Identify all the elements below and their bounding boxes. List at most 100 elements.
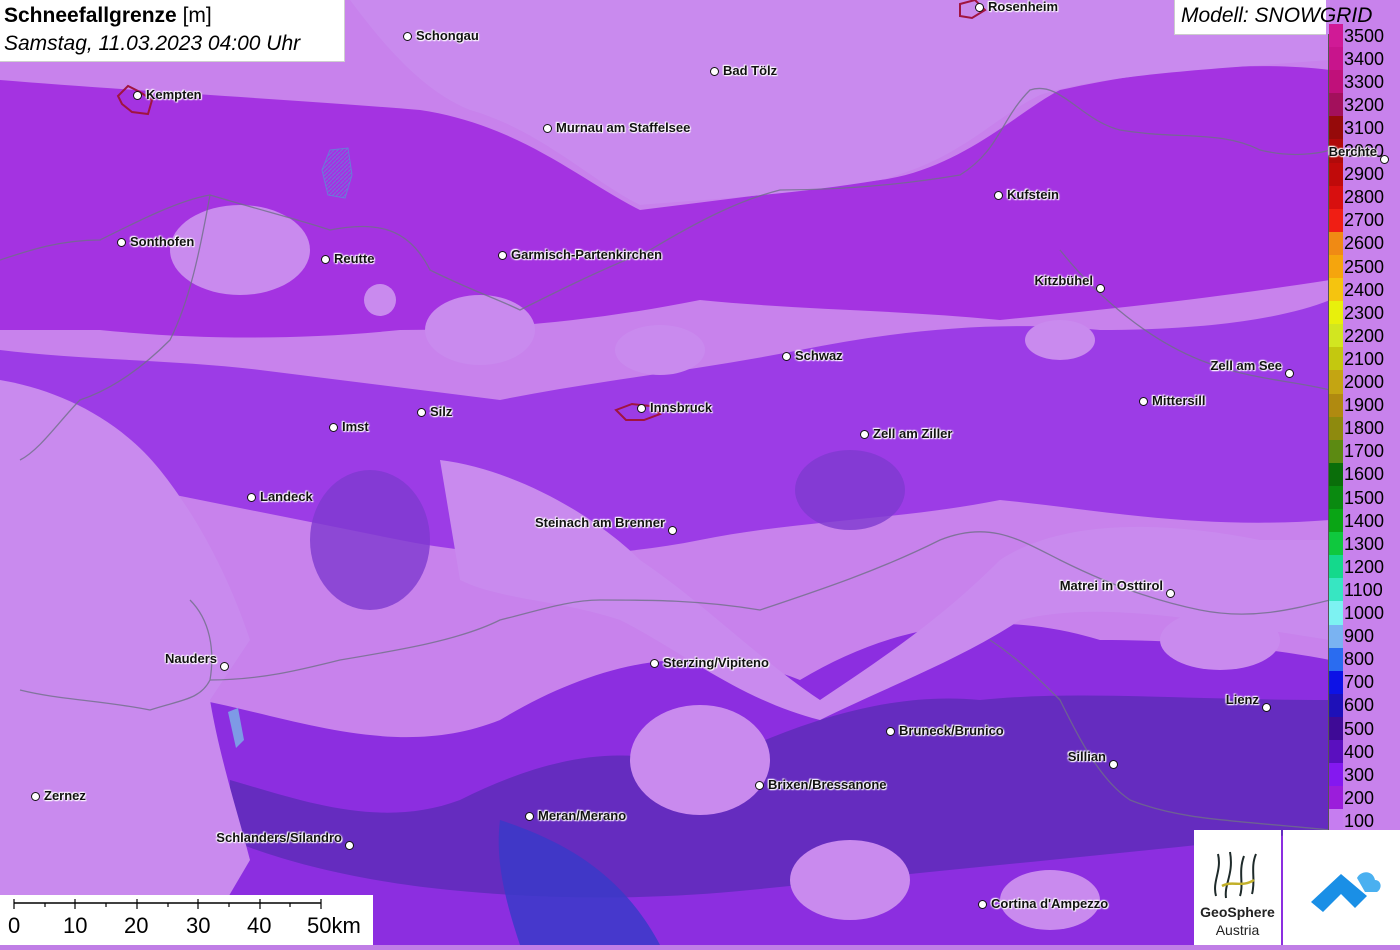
geosphere-logo: GeoSphere Austria (1194, 830, 1281, 945)
city-label: Brixen/Bressanone (768, 777, 887, 792)
legend-swatch (1329, 323, 1343, 348)
legend-swatch (1329, 185, 1343, 209)
legend-label: 3200 (1344, 94, 1385, 115)
legend-label: 1200 (1344, 556, 1385, 577)
legend-label: 2300 (1344, 302, 1385, 323)
legend-label: 900 (1344, 626, 1375, 647)
legend-swatch (1329, 462, 1343, 486)
legend-label: 3100 (1344, 117, 1385, 138)
legend-swatch (1329, 808, 1343, 833)
city-label: Schongau (416, 28, 479, 43)
city-marker (543, 124, 552, 133)
scale-label-30: 30 (186, 913, 211, 938)
city-marker (994, 191, 1003, 200)
city-marker (31, 792, 40, 801)
city-marker (329, 423, 338, 432)
city-label: Innsbruck (650, 400, 713, 415)
city-marker (975, 3, 984, 12)
city-marker (498, 251, 507, 260)
legend-swatch (1329, 208, 1343, 232)
city-label: Schlanders/Silandro (216, 830, 342, 845)
city-label: Murnau am Staffelsee (556, 120, 691, 135)
city-label: Lienz (1225, 692, 1259, 707)
legend-swatch (1329, 300, 1343, 325)
city-marker (710, 67, 719, 76)
legend-label: 3400 (1344, 48, 1385, 69)
city-label: Sterzing/Vipiteno (663, 655, 769, 670)
city-label: Reutte (334, 251, 375, 266)
title-parameter: Schneefallgrenze (4, 4, 177, 27)
legend-swatch (1329, 115, 1343, 140)
city-marker (1285, 369, 1294, 378)
legend-label: 2800 (1344, 187, 1385, 208)
model-label: Modell: SNOWGRID (1174, 0, 1372, 35)
legend-label: 2000 (1344, 372, 1385, 392)
city-label: Bruneck/Brunico (899, 723, 1004, 738)
legend-label: 1600 (1344, 464, 1385, 485)
legend-swatch (1329, 485, 1343, 510)
legend-label: 400 (1344, 741, 1375, 762)
city-label: Sillian (1067, 749, 1106, 764)
snowfall-limit-map (0, 0, 1400, 945)
city-label: Garmisch-Partenkirchen (511, 247, 663, 262)
scale-label-20: 20 (124, 913, 149, 938)
legend-label: 1500 (1344, 487, 1385, 508)
legend-label: 1900 (1344, 395, 1385, 416)
legend-swatch (1329, 647, 1343, 671)
legend-swatch (1329, 23, 1343, 48)
legend-swatch (1329, 46, 1343, 71)
city-label: Imst (342, 419, 369, 434)
legend-label: 1400 (1344, 510, 1385, 531)
city-marker (345, 841, 354, 850)
city-label: Mittersill (1152, 393, 1206, 408)
cloud-arrow-icon (1311, 872, 1381, 912)
legend-swatch (1329, 577, 1343, 602)
city-label: Kempten (146, 87, 202, 102)
legend-swatch (1329, 277, 1343, 302)
legend-label: 2900 (1344, 164, 1385, 185)
city-label: Zernez (44, 788, 86, 803)
city-marker (403, 32, 412, 41)
legend-swatch (1329, 92, 1343, 117)
legend-label: 500 (1344, 718, 1375, 739)
city-label: Steinach am Brenner (534, 515, 665, 530)
legend-label: 300 (1344, 764, 1375, 785)
city-marker (782, 352, 791, 361)
city-label: Meran/Merano (538, 808, 627, 823)
legend-label: 2100 (1344, 348, 1385, 369)
legend-label: 3300 (1344, 71, 1385, 92)
city-label: Landeck (260, 489, 313, 504)
city-marker (1380, 155, 1389, 164)
legend-swatch (1329, 416, 1343, 440)
legend-swatch (1329, 739, 1343, 764)
scale-label-40: 40 (247, 913, 272, 938)
legend-swatch (1329, 508, 1343, 533)
scale-label-10: 10 (63, 913, 88, 938)
legend-swatch (1329, 785, 1343, 810)
city-label: Zell am See (1210, 358, 1282, 373)
legend-swatch (1329, 554, 1343, 579)
city-marker (247, 493, 256, 502)
scale-bar: 0 10 20 30 40 50km (0, 895, 373, 945)
legend-swatch (1329, 346, 1343, 371)
scale-label-50km: 50km (307, 913, 361, 938)
map-title: Schneefallgrenze [m] (4, 4, 212, 28)
legend-label: 1700 (1344, 441, 1385, 462)
legend-label: 2600 (1344, 233, 1385, 254)
legend-swatch (1329, 693, 1343, 717)
city-marker (321, 255, 330, 264)
legend-label: 2200 (1344, 325, 1385, 346)
scale-label-0: 0 (8, 913, 21, 938)
geosphere-country: Austria (1215, 922, 1260, 938)
legend-swatch (1329, 231, 1343, 255)
city-label: Bad Tölz (723, 63, 778, 78)
city-label: Kufstein (1007, 187, 1059, 202)
legend-swatch (1329, 716, 1343, 741)
map-title-panel: Schneefallgrenze [m] Samstag, 11.03.2023… (0, 0, 345, 62)
city-marker (525, 812, 534, 821)
city-label: Silz (430, 404, 453, 419)
legend-swatch (1329, 370, 1343, 394)
city-marker (1166, 589, 1175, 598)
legend-swatch (1329, 69, 1343, 94)
legend-label: 100 (1344, 810, 1375, 831)
